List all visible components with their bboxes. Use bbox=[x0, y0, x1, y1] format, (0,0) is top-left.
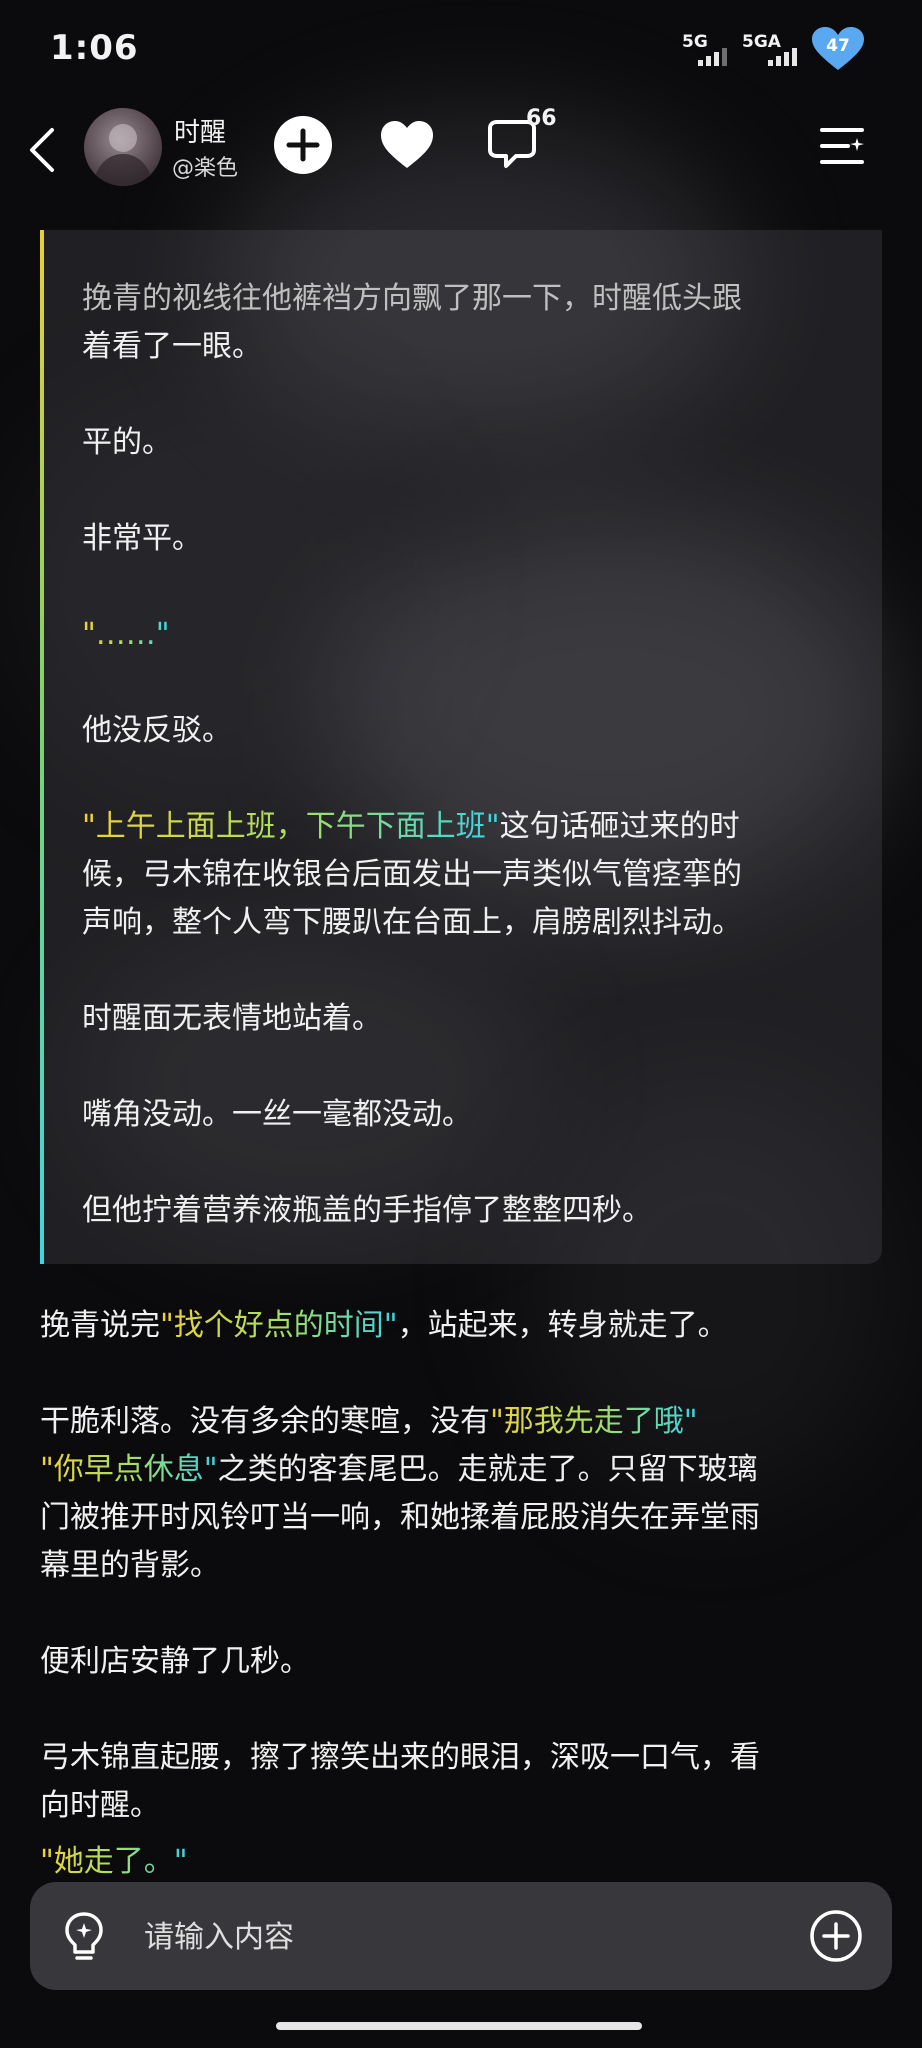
plus-icon bbox=[286, 128, 320, 162]
quote-paragraph: 平的。 bbox=[82, 425, 172, 460]
like-button[interactable] bbox=[378, 116, 436, 174]
comment-count: 66 bbox=[526, 106, 557, 131]
quote-paragraph: "……" bbox=[82, 611, 872, 659]
quote-paragraph: 非常平。 bbox=[82, 521, 202, 556]
lightbulb-icon[interactable] bbox=[62, 1910, 106, 1964]
signal-5ga-icon: 5GA bbox=[742, 32, 802, 66]
text-span: 这句话砸过来的时 bbox=[499, 809, 740, 844]
battery-level: 47 bbox=[826, 36, 850, 56]
highlighted-quote: "找个好点的时间" bbox=[160, 1308, 398, 1343]
quote-paragraph: "上午上面上班，下午下面上班"这句话砸过来的时候，弓木锦在收银台后面发出一声类似… bbox=[82, 803, 872, 947]
back-button[interactable] bbox=[22, 122, 62, 178]
comment-input-bar bbox=[30, 1882, 892, 1990]
menu-icon bbox=[820, 128, 864, 164]
heart-icon bbox=[381, 121, 433, 168]
quote-block: 挽青的视线往他裤裆方向飘了那一下，时醒低头跟 着看了一眼。 平的。 非常平。 "… bbox=[40, 230, 882, 1264]
author-handle: @楽色 bbox=[172, 156, 239, 181]
highlighted-quote: "她走了。" bbox=[40, 1844, 188, 1879]
home-indicator[interactable] bbox=[276, 2022, 642, 2030]
text-span: 候，弓木锦在收银台后面发出一声类似气管痉挛的 bbox=[82, 857, 742, 892]
quote-paragraph: 嘴角没动。一丝一毫都没动。 bbox=[82, 1097, 472, 1132]
comment-input[interactable] bbox=[142, 1912, 706, 1962]
follow-button[interactable] bbox=[274, 116, 332, 174]
add-circle-icon[interactable] bbox=[808, 1908, 864, 1964]
text-span: 幕里的背影。 bbox=[40, 1548, 220, 1583]
highlighted-quote: "你早点休息" bbox=[40, 1452, 218, 1487]
highlighted-quote: "上午上面上班，下午下面上班" bbox=[82, 809, 500, 844]
chevron-left-icon bbox=[30, 128, 54, 172]
quote-paragraph: 时醒面无表情地站着。 bbox=[82, 1001, 382, 1036]
author-name[interactable]: 时醒 bbox=[174, 112, 226, 149]
menu-button[interactable] bbox=[818, 124, 868, 170]
quote-paragraph: 他没反驳。 bbox=[82, 713, 232, 748]
status-time: 1:06 bbox=[50, 28, 139, 68]
text-span: 弓木锦直起腰，擦了擦笑出来的眼泪，深吸一口气，看 bbox=[40, 1740, 760, 1775]
body-paragraph: "她走了。" bbox=[40, 1838, 880, 1886]
status-bar: 1:06 5G 5GA 47 bbox=[0, 0, 922, 100]
text-span: 挽青说完 bbox=[40, 1308, 160, 1343]
text-span: 声响，整个人弯下腰趴在台面上，肩膀剧烈抖动。 bbox=[82, 905, 742, 940]
heart-battery-icon: 47 bbox=[810, 26, 866, 72]
highlighted-quote: "那我先走了哦" bbox=[490, 1404, 698, 1439]
text-span: 向时醒。 bbox=[40, 1788, 160, 1823]
quote-line: 挽青的视线往他裤裆方向飘了那一下，时醒低头跟 bbox=[82, 281, 742, 316]
text-span: ，站起来，转身就走了。 bbox=[397, 1308, 728, 1343]
text-span: 之类的客套尾巴。走就走了。只留下玻璃 bbox=[217, 1452, 758, 1487]
quote-accent-bar bbox=[40, 230, 44, 1264]
text-span: 门被推开时风铃叮当一响，和她揉着屁股消失在弄堂雨 bbox=[40, 1500, 760, 1535]
highlighted-quote: "……" bbox=[82, 617, 170, 652]
body-paragraph: 弓木锦直起腰，擦了擦笑出来的眼泪，深吸一口气，看 向时醒。 bbox=[40, 1734, 880, 1830]
author-avatar[interactable] bbox=[84, 108, 162, 186]
body-paragraph: 干脆利落。没有多余的寒暄，没有"那我先走了哦" "你早点休息"之类的客套尾巴。走就… bbox=[40, 1398, 880, 1590]
quote-line: 着看了一眼。 bbox=[82, 329, 262, 364]
quote-paragraph: 但他拧着营养液瓶盖的手指停了整整四秒。 bbox=[82, 1193, 652, 1228]
signal-5g-icon: 5G bbox=[682, 32, 732, 66]
text-span: 干脆利落。没有多余的寒暄，没有 bbox=[40, 1404, 490, 1439]
body-paragraph: 便利店安静了几秒。 bbox=[40, 1644, 310, 1679]
body-paragraph: 挽青说完"找个好点的时间"，站起来，转身就走了。 bbox=[40, 1302, 880, 1350]
